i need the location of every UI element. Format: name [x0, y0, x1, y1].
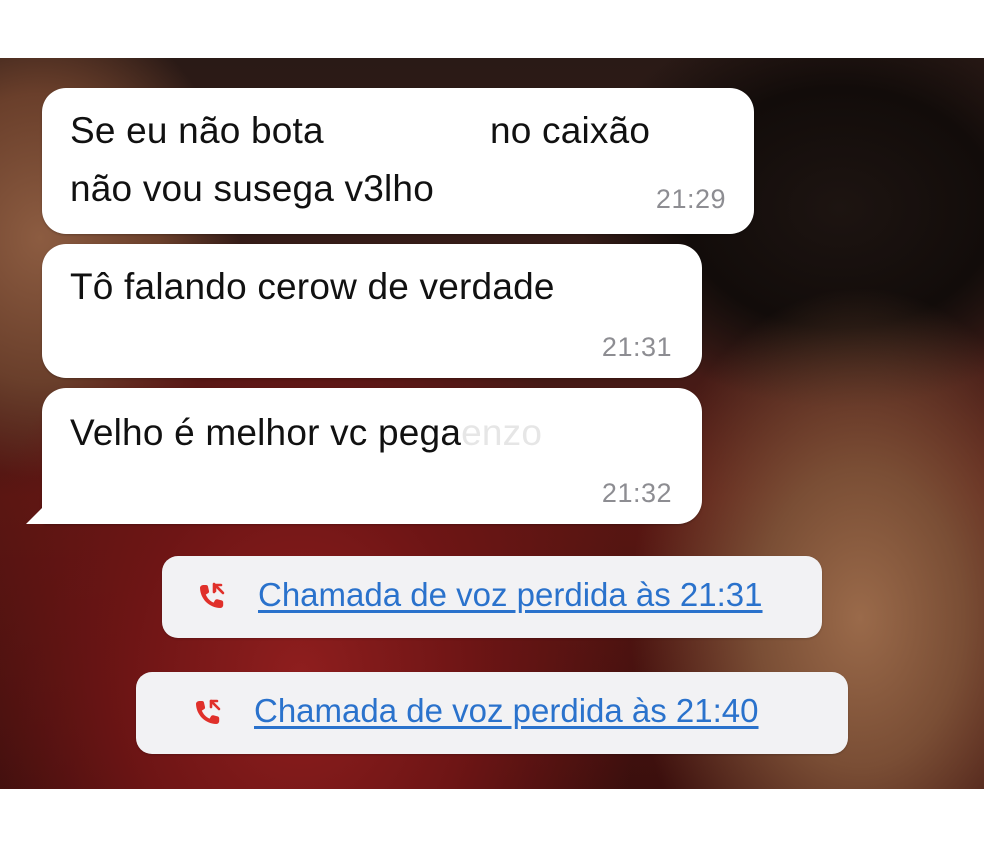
message-timestamp: 21:32 — [601, 478, 672, 508]
missed-call-icon — [190, 696, 226, 732]
message-text-faded: enzo — [461, 412, 543, 453]
message-text: Tô falando cerow de verdade — [70, 266, 555, 307]
message-timestamp: 21:29 — [655, 184, 726, 214]
message-text-visible: Velho é melhor vc pega — [70, 412, 462, 453]
bubble-tail — [26, 490, 60, 524]
message-text: não vou susega v3lho — [70, 168, 434, 209]
message-bubble[interactable]: Velho é melhor vc pegaenzo 21:32 — [42, 388, 702, 524]
missed-call-link[interactable]: Chamada de voz perdida às 21:40 — [254, 692, 759, 730]
message-bubble[interactable]: Tô falando cerow de verdade 21:31 — [42, 244, 702, 378]
message-text: no caixão — [490, 110, 651, 151]
message-bubble[interactable]: Se eu não bota no caixão não vou susega … — [42, 88, 754, 234]
message-timestamp: 21:31 — [601, 332, 672, 362]
missed-call-icon — [194, 580, 230, 616]
message-text: Velho é melhor vc pegaenzo — [70, 412, 542, 454]
message-text: Se eu não bota — [70, 110, 324, 151]
chat-background: Se eu não bota no caixão não vou susega … — [0, 58, 984, 789]
missed-call-notice[interactable]: Chamada de voz perdida às 21:40 — [136, 672, 848, 754]
missed-call-link[interactable]: Chamada de voz perdida às 21:31 — [258, 576, 763, 614]
missed-call-notice[interactable]: Chamada de voz perdida às 21:31 — [162, 556, 822, 638]
